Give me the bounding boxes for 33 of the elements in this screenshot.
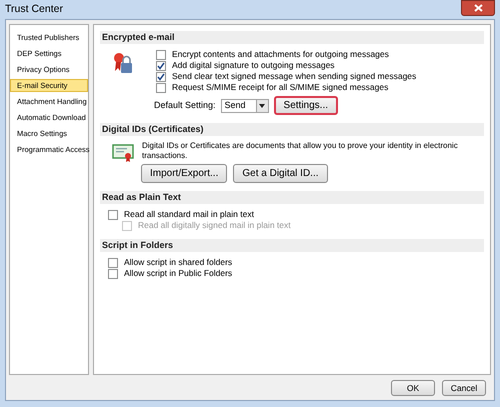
dialog-button[interactable]: OK	[391, 380, 435, 396]
checkbox[interactable]	[156, 82, 166, 92]
ribbon-lock-icon	[112, 51, 134, 75]
section-header: Digital IDs (Certificates)	[100, 123, 484, 136]
default-setting-label: Default Setting:	[154, 98, 216, 112]
checkbox-label: Read all standard mail in plain text	[124, 208, 254, 221]
close-icon	[474, 4, 482, 12]
dialog-button[interactable]: Get a Digital ID...	[233, 164, 328, 183]
dialog-button[interactable]: Cancel	[442, 380, 486, 396]
checkbox-label: Allow script in shared folders	[124, 256, 232, 269]
checkbox[interactable]	[156, 60, 166, 70]
checkbox-label: Add digital signature to outgoing messages	[172, 59, 335, 72]
default-setting-dropdown[interactable]: Send	[220, 98, 269, 112]
checkbox-label: Read all digitally signed mail in plain text	[138, 219, 291, 232]
dialog-button[interactable]: Settings...	[274, 96, 338, 115]
checkbox[interactable]	[156, 72, 166, 82]
section-header: Script in Folders	[100, 239, 484, 252]
section-header: Read as Plain Text	[100, 191, 484, 204]
close-button[interactable]	[461, 0, 495, 16]
checkbox[interactable]	[108, 258, 118, 268]
checkbox-label: Allow script in Public Folders	[124, 267, 232, 280]
certificate-icon	[112, 143, 134, 163]
checkbox[interactable]	[156, 50, 166, 60]
section-header: Encrypted e-mail	[100, 31, 484, 44]
dialog-button[interactable]: Import/Export...	[141, 164, 228, 183]
window-title: Trust Center	[5, 2, 63, 17]
checkbox-label: Send clear text signed message when sending signed messages	[172, 70, 416, 83]
checkbox-label: Request S/MIME receipt for all S/MIME signed messages	[172, 81, 388, 94]
checkbox[interactable]	[108, 268, 118, 278]
dropdown-arrow-icon	[259, 104, 266, 108]
checkbox[interactable]	[108, 210, 118, 220]
description-text: Digital IDs or Certificates are documents that allow you to prove your identity in electronic transactions.	[142, 141, 459, 161]
checkbox-label: Encrypt contents and attachments for outgoing messages	[172, 48, 389, 61]
